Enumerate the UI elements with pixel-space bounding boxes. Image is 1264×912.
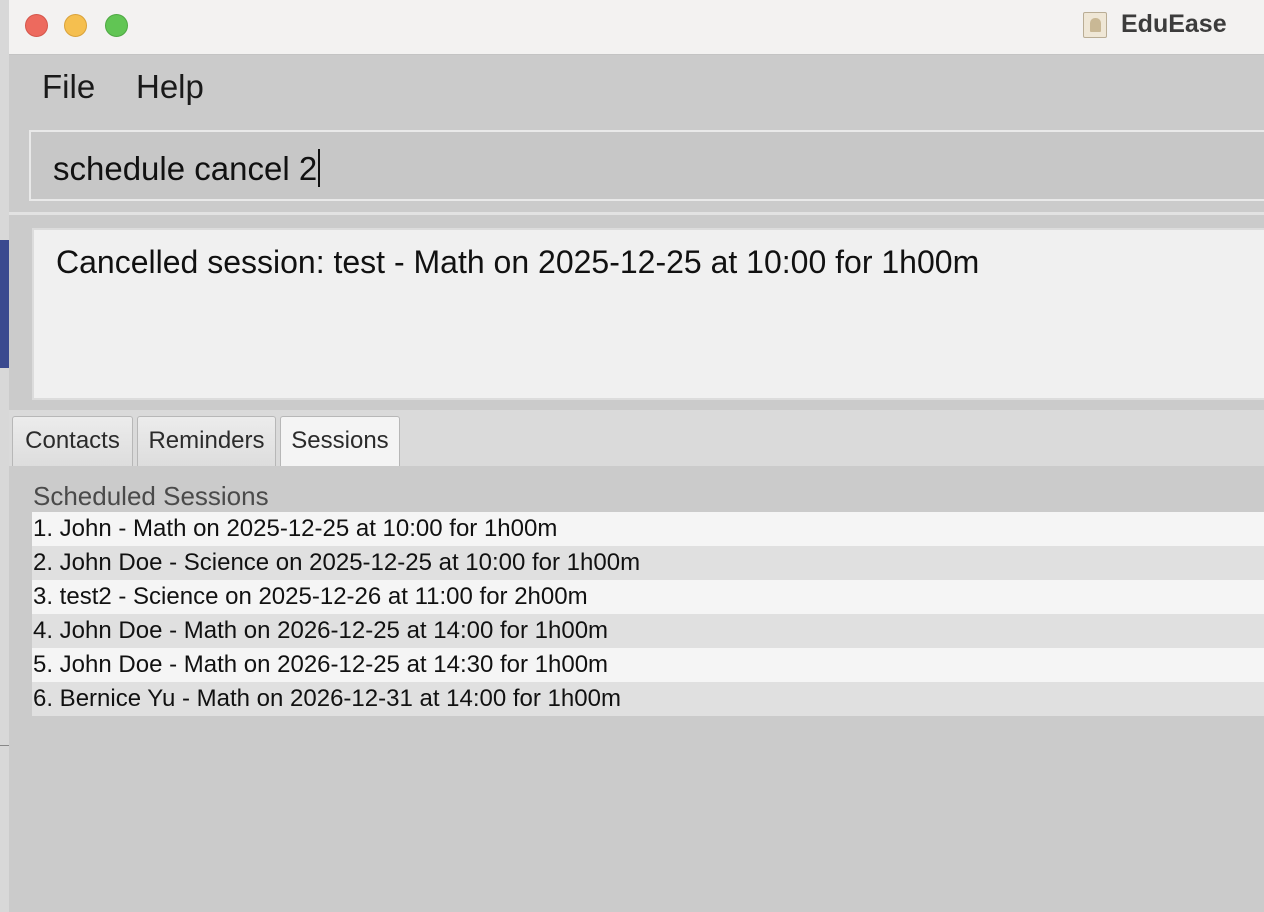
result-message: Cancelled session: test - Math on 2025-1… (56, 244, 980, 280)
background-window-divider (0, 745, 9, 746)
command-input-text: schedule cancel 2 (53, 149, 321, 188)
command-input[interactable]: schedule cancel 2 (29, 130, 1264, 201)
menu-file[interactable]: File (42, 68, 95, 106)
background-window (0, 0, 9, 912)
result-display: Cancelled session: test - Math on 2025-1… (32, 228, 1264, 400)
command-value: schedule cancel 2 (53, 150, 318, 187)
maximize-window-button[interactable] (105, 14, 128, 37)
session-item[interactable]: 5. John Doe - Math on 2026-12-25 at 14:3… (32, 648, 1264, 682)
tab-bar: Contacts Reminders Sessions (9, 410, 1264, 467)
minimize-window-button[interactable] (64, 14, 87, 37)
sessions-panel: Scheduled Sessions 1. John - Math on 202… (9, 466, 1264, 912)
text-caret (318, 149, 321, 187)
session-item[interactable]: 3. test2 - Science on 2025-12-26 at 11:0… (32, 580, 1264, 614)
session-item[interactable]: 4. John Doe - Math on 2026-12-25 at 14:0… (32, 614, 1264, 648)
session-list: 1. John - Math on 2025-12-25 at 10:00 fo… (32, 512, 1264, 716)
session-item[interactable]: 1. John - Math on 2025-12-25 at 10:00 fo… (32, 512, 1264, 546)
session-item[interactable]: 6. Bernice Yu - Math on 2026-12-31 at 14… (32, 682, 1264, 716)
tab-sessions[interactable]: Sessions (280, 416, 400, 467)
background-window-strip (0, 240, 9, 368)
tab-reminders[interactable]: Reminders (137, 416, 276, 466)
tab-contacts[interactable]: Contacts (12, 416, 133, 466)
session-item[interactable]: 2. John Doe - Science on 2025-12-25 at 1… (32, 546, 1264, 580)
address-book-icon (1083, 12, 1107, 38)
menu-bar: File Help (9, 55, 1264, 117)
section-divider (9, 212, 1264, 215)
sessions-title: Scheduled Sessions (33, 481, 269, 511)
title-bar: EduEase (9, 0, 1264, 55)
menu-help[interactable]: Help (136, 68, 204, 106)
app-window: EduEase File Help schedule cancel 2 Canc… (9, 0, 1264, 912)
window-title: EduEase (1121, 10, 1227, 38)
close-window-button[interactable] (25, 14, 48, 37)
